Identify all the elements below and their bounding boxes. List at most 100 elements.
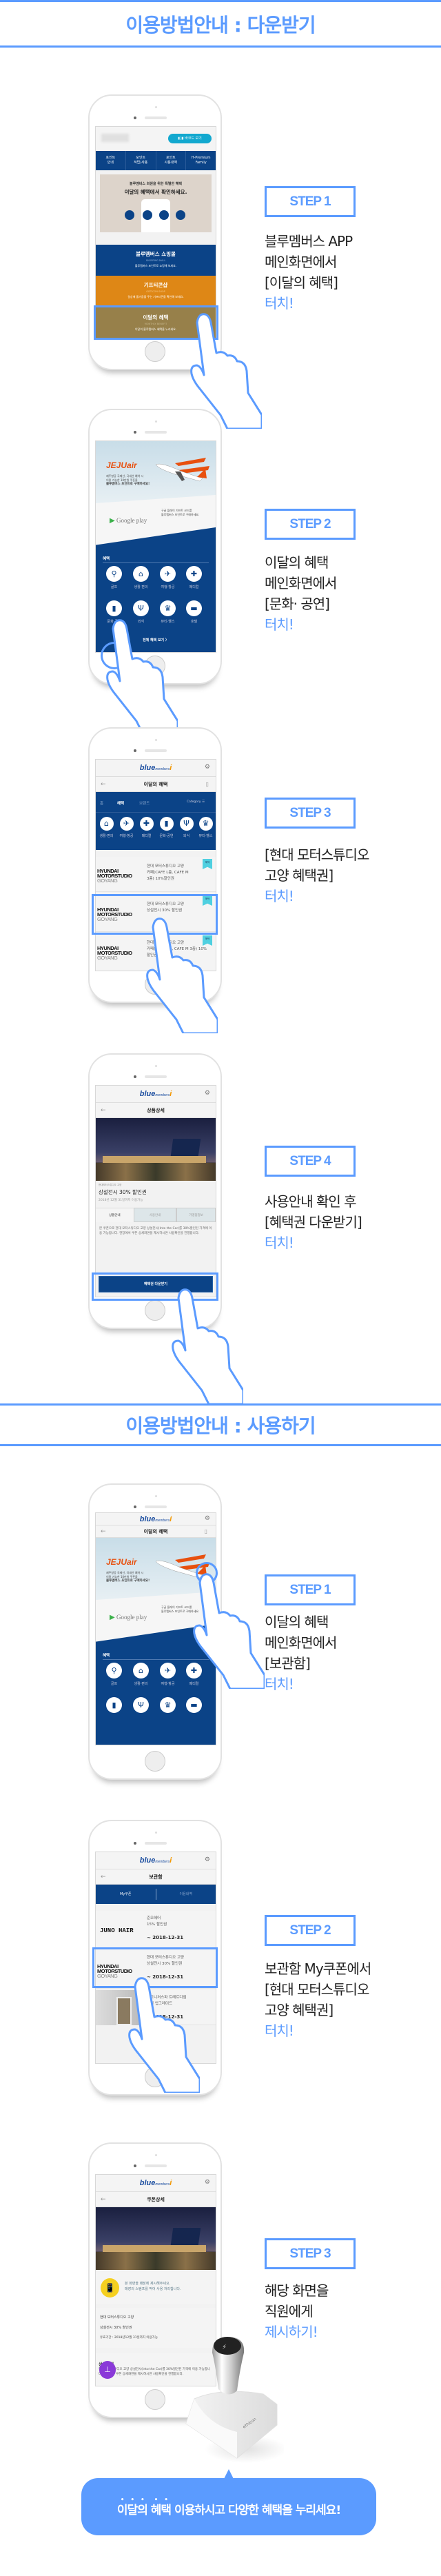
gear-icon[interactable]: ⚙: [205, 1856, 210, 1863]
home-icon: ⌂: [99, 817, 114, 831]
strip-category-dining[interactable]: Ψ 외식: [178, 817, 194, 838]
tab-benefit[interactable]: 혜택: [117, 800, 124, 806]
bed-icon: ▬: [186, 1697, 202, 1713]
nav-point-earn[interactable]: 포인트 적립/사용: [126, 151, 156, 170]
nav-h-premium[interactable]: H-Premium Family: [186, 151, 216, 170]
screen-title: 이달의 혜택: [143, 1529, 168, 1534]
dining-icon: Ψ: [179, 817, 194, 831]
category-culture[interactable]: ▮: [106, 1697, 122, 1713]
golf-icon: ⚲: [106, 566, 122, 582]
coupon-list-item[interactable]: JUNO HAIR 준오헤어 15% 할인권 ~ 2018-12-31: [96, 1911, 216, 1949]
benefit-list-item[interactable]: HYUNDAIMOTORSTUDIOGOYANG 현대 모터스튜디오 고양카페(…: [96, 857, 216, 892]
medical-icon: ✚: [139, 817, 154, 831]
book-icon: ▮: [106, 1697, 122, 1713]
pointing-hand-icon: [161, 1287, 243, 1404]
nav-point-guide[interactable]: 포인트 안내: [96, 151, 126, 170]
strip-category-living[interactable]: ⌂ 생활·편의: [99, 817, 114, 838]
screen-title: 이달의 혜택: [143, 782, 168, 787]
benefit-badge: 혜택: [203, 859, 212, 869]
category-medical[interactable]: ✚ 메디컬: [186, 566, 202, 589]
gear-icon[interactable]: ⚙: [205, 1515, 210, 1522]
back-arrow-icon[interactable]: ←: [101, 2192, 106, 2207]
product-info: 현대모터스튜디오 고양 상설전시 30% 할인권 2018년 12월 31일까지…: [99, 1184, 147, 1202]
step-instruction: 이달의 혜택 메인화면에서 [문화· 공연] 터치!: [265, 554, 337, 633]
nav-point-history[interactable]: 포인트 사용내역: [156, 151, 187, 170]
product-tabs: 상품안내 사용안내 가맹점정보: [96, 1208, 216, 1222]
tab-store-info[interactable]: 가맹점정보: [176, 1208, 216, 1222]
blue-members-logo: bluemembersi: [139, 764, 172, 772]
crown-icon: ♛: [160, 600, 176, 616]
strip-category-travel[interactable]: ✈ 여행·항공: [119, 817, 134, 838]
tab-product-info[interactable]: 상품안내: [96, 1208, 134, 1222]
section-label: 혜택: [103, 1654, 110, 1658]
home-button: [145, 2389, 165, 2410]
screen-title: 쿠폰상세: [147, 2197, 165, 2202]
barcode-icon: ▮▯▮: [178, 136, 185, 141]
category-golf[interactable]: ⚲ 골프: [106, 1663, 122, 1686]
strip-category-culture[interactable]: ▮ 문화·공연: [158, 817, 174, 838]
section-header-use: 이용방법안내 : 사용하기: [0, 1403, 441, 1446]
step-badge: STEP 1: [265, 186, 356, 217]
plane-icon: ✈: [160, 1663, 176, 1679]
home-icon: ⌂: [133, 1663, 149, 1679]
section-title: 이용방법안내 : 다운받기: [125, 13, 316, 37]
category-dining[interactable]: Ψ: [133, 1697, 149, 1713]
home-button: [145, 1751, 165, 1772]
home-button: [145, 341, 165, 362]
barcode-button[interactable]: ▮▯▮ 바코드 보기: [168, 134, 212, 143]
category-menu[interactable]: Category ☰: [187, 800, 205, 804]
bookmark-icon[interactable]: ▯: [206, 777, 209, 792]
blue-members-logo: bluemembersi: [139, 1090, 172, 1098]
category-living[interactable]: ⌂ 생활·편의: [133, 566, 149, 589]
step-badge: STEP 2: [265, 509, 356, 540]
pointing-hand-icon: [117, 1976, 200, 2093]
promo-banner[interactable]: 블루멤버스 회원을 위한 특별한 혜택 이달의 혜택에서 확인하세요.: [100, 174, 212, 232]
golf-icon: ⚲: [106, 1663, 122, 1679]
category-golf[interactable]: ⚲ 골프: [106, 566, 122, 589]
category-hotel[interactable]: ▬: [186, 1697, 202, 1713]
tab-usage-info[interactable]: 사용안내: [133, 1208, 177, 1222]
plane-icon: ✈: [160, 566, 176, 582]
blue-members-logo: bluemembersi: [139, 1515, 172, 1523]
section-title: 이용방법안내 : 사용하기: [125, 1414, 316, 1437]
back-arrow-icon[interactable]: ←: [101, 777, 106, 792]
category-hotel[interactable]: ▬ 호텔: [186, 600, 202, 624]
step-instruction: [현대 모터스튜디오 고양 혜택권] 터치!: [265, 846, 369, 904]
back-arrow-icon[interactable]: ←: [101, 1103, 106, 1118]
present-notice: 📱 본 화면을 매장에 제시해주세요. 매장의 스탬프를 찍어 사용 처리합니다.: [96, 2272, 216, 2304]
airplane-icon: [155, 458, 209, 482]
hamburger-icon: ☰: [202, 800, 205, 804]
gear-icon[interactable]: ⚙: [205, 764, 210, 771]
bookmark-storage-icon[interactable]: ▯: [205, 1525, 207, 1538]
screen-title: 상품상세: [147, 1108, 165, 1113]
jejuair-banner[interactable]: JEJUair 제주항공 국제선, 국내선 예약 시 이용 가능한 10만원 쿠폰…: [96, 441, 216, 505]
back-arrow-icon[interactable]: ←: [101, 1525, 106, 1538]
category-living[interactable]: ⌂ 생활·편의: [133, 1663, 149, 1686]
tile-gifticon-shop[interactable]: 기프티콘샵 GIFTICON SHOP 일상에 즐거움을 주는 기프티콘을 확인…: [96, 276, 216, 307]
step-badge: STEP 2: [265, 1915, 356, 1946]
tab-brand[interactable]: 브랜드: [139, 800, 150, 806]
step-instruction: 보관함 My쿠폰에서 [현대 모터스튜디오 고양 혜택권] 터치!: [265, 1960, 371, 2039]
tab-usage-history[interactable]: 이용내역: [156, 1889, 216, 1900]
screen-title: 보관함: [149, 1874, 163, 1880]
strip-category-beauty[interactable]: ♛ 뷰티·헬스: [198, 817, 214, 838]
category-travel[interactable]: ✈ 여행·항공: [160, 566, 176, 589]
back-arrow-icon[interactable]: ←: [101, 1869, 106, 1885]
medical-icon: ✚: [186, 566, 202, 582]
category-travel[interactable]: ✈ 여행·항공: [160, 1663, 176, 1686]
product-image: [96, 1118, 216, 1181]
step-badge: STEP 3: [265, 798, 356, 829]
step-instruction: 해당 화면을 직원에게 제시하기!: [265, 2282, 329, 2340]
google-play-logo: ▶ Google play: [110, 1614, 147, 1621]
tab-my-coupon[interactable]: My쿠폰: [96, 1889, 156, 1900]
tile-shopping-mall[interactable]: 블루멤버스 쇼핑몰 SHOPPING MALL 블루멤버스 포인트로 쇼핑해 보…: [96, 245, 216, 276]
tab-home[interactable]: 홈: [100, 800, 103, 806]
step-instruction: 블루멤버스 APP 메인화면에서 [이달의 혜택] 터치!: [265, 233, 353, 312]
strip-category-medical[interactable]: ✚ 메디컬: [139, 817, 154, 838]
category-beauty[interactable]: ♛: [160, 1697, 176, 1713]
gear-icon[interactable]: ⚙: [205, 1090, 210, 1097]
hyundai-motorstudio-logo: HYUNDAI MOTORSTUDIO GOYANG: [97, 868, 132, 884]
section-header-download: 이용방법안내 : 다운받기: [0, 0, 441, 48]
juno-hair-logo: JUNO HAIR: [100, 1927, 134, 1934]
gear-icon[interactable]: ⚙: [205, 2179, 210, 2186]
